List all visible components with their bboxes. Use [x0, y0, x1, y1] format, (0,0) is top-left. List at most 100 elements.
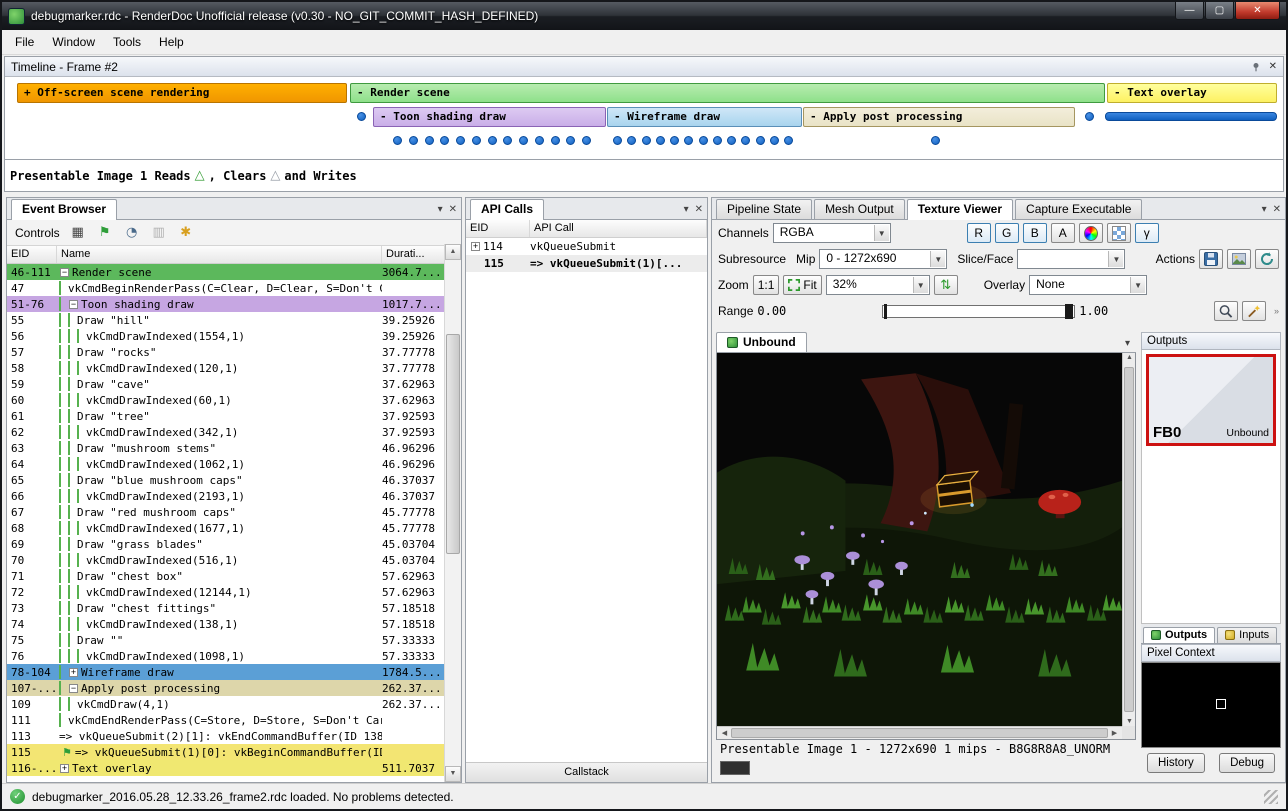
col-api-call[interactable]: API Call	[530, 220, 707, 237]
draw-event-dot[interactable]	[656, 136, 665, 145]
open-texture-list-button[interactable]	[1227, 249, 1251, 269]
api-call-row[interactable]: 115=> vkQueueSubmit(1)[...	[466, 255, 707, 272]
gamma-button[interactable]: γ	[1135, 223, 1159, 243]
tab-event-browser[interactable]: Event Browser	[11, 199, 117, 220]
channel-a-button[interactable]: A	[1051, 223, 1075, 243]
event-row[interactable]: 46-111−Render scene3064.7...	[7, 264, 444, 280]
event-row[interactable]: 73Draw "chest fittings"57.18518	[7, 600, 444, 616]
draw-event-dot[interactable]	[642, 136, 651, 145]
scroll-up-icon[interactable]: ▲	[445, 244, 461, 260]
tab-inputs[interactable]: Inputs	[1217, 627, 1277, 643]
event-row[interactable]: 71Draw "chest box"57.62963	[7, 568, 444, 584]
draw-event-dot[interactable]	[770, 136, 779, 145]
menu-file[interactable]: File	[6, 32, 43, 52]
event-row[interactable]: 113=> vkQueueSubmit(2)[1]: vkEndCommandB…	[7, 728, 444, 744]
scroll-up-icon[interactable]: ▲	[1123, 354, 1136, 361]
timeline-close-icon[interactable]: ✕	[1269, 61, 1277, 72]
draw-event-dot[interactable]	[551, 136, 560, 145]
tab-texture-viewer[interactable]: Texture Viewer	[907, 199, 1013, 220]
scroll-down-icon[interactable]: ▼	[1123, 718, 1136, 725]
timeline-bar-offscreen[interactable]: + Off-screen scene rendering	[17, 83, 347, 103]
zoom-1to1-button[interactable]: 1:1	[753, 275, 780, 295]
pixel-context-view[interactable]	[1141, 662, 1281, 748]
timeline-toon-draw-dots[interactable]	[393, 135, 591, 146]
event-row[interactable]: 78-104+Wireframe draw1784.5...	[7, 664, 444, 680]
menu-tools[interactable]: Tools	[104, 32, 150, 52]
draw-event-dot[interactable]	[582, 136, 591, 145]
pin-icon[interactable]	[1251, 62, 1261, 72]
event-row[interactable]: 59Draw "cave"37.62963	[7, 376, 444, 392]
event-row[interactable]: 70vkCmdDrawIndexed(516,1)45.03704	[7, 552, 444, 568]
fb0-thumbnail[interactable]: FB0 Unbound	[1146, 354, 1276, 446]
event-row[interactable]: 76vkCmdDrawIndexed(1098,1)57.33333	[7, 648, 444, 664]
zoom-percent-select[interactable]: 32%▼	[826, 275, 930, 295]
tab-pipeline-state[interactable]: Pipeline State	[716, 199, 812, 219]
draw-event-dot[interactable]	[741, 136, 750, 145]
expand-icon[interactable]: +	[69, 668, 78, 677]
timeline-draw-dot[interactable]	[357, 111, 366, 122]
scroll-down-icon[interactable]: ▼	[445, 766, 461, 782]
range-slider[interactable]	[882, 305, 1075, 318]
event-row[interactable]: 116-...+Text overlay511.7037	[7, 760, 444, 776]
collapse-icon[interactable]: −	[69, 300, 78, 309]
draw-event-dot[interactable]	[613, 136, 622, 145]
menu-help[interactable]: Help	[150, 32, 193, 52]
channel-r-button[interactable]: R	[967, 223, 991, 243]
col-eid[interactable]: EID	[466, 220, 530, 237]
channel-g-button[interactable]: G	[995, 223, 1019, 243]
flip-y-button[interactable]: ⇅	[934, 275, 958, 295]
scroll-thumb[interactable]	[446, 334, 460, 554]
viewport-vscrollbar[interactable]: ▲ ▼	[1122, 353, 1135, 726]
hdr-mul-button[interactable]	[1079, 223, 1103, 243]
draw-event-dot[interactable]	[699, 136, 708, 145]
draw-event-dot[interactable]	[931, 136, 940, 145]
collapse-icon[interactable]: −	[69, 684, 78, 693]
controls-label[interactable]: Controls	[15, 226, 60, 240]
timeline-bar-text-overlay[interactable]: - Text overlay	[1107, 83, 1277, 103]
event-row[interactable]: 111vkCmdEndRenderPass(C=Store, D=Store, …	[7, 712, 444, 728]
event-row[interactable]: 69Draw "grass blades"45.03704	[7, 536, 444, 552]
minimize-button[interactable]: —	[1175, 2, 1204, 20]
event-row[interactable]: 75Draw ""57.33333	[7, 632, 444, 648]
timeline-bar-postproc[interactable]: - Apply post processing	[803, 107, 1075, 127]
resize-grip[interactable]	[1264, 790, 1278, 804]
tab-mesh-output[interactable]: Mesh Output	[814, 199, 905, 219]
draw-event-dot[interactable]	[519, 136, 528, 145]
event-row[interactable]: 67Draw "red mushroom caps"45.77778	[7, 504, 444, 520]
draw-event-dot[interactable]	[684, 136, 693, 145]
event-row[interactable]: 61Draw "tree"37.92593	[7, 408, 444, 424]
callstack-section[interactable]: Callstack	[466, 762, 707, 782]
texture-tab-list-icon[interactable]: ▾	[1119, 338, 1136, 352]
expand-icon[interactable]: +	[471, 242, 480, 251]
draw-event-dot[interactable]	[409, 136, 418, 145]
timeline-draw-dot[interactable]	[1085, 111, 1094, 122]
draw-event-dot[interactable]	[425, 136, 434, 145]
texture-viewport[interactable]: ▲ ▼ ◀ ▶	[716, 353, 1136, 740]
draw-event-dot[interactable]	[784, 136, 793, 145]
time-durations-icon[interactable]: ◔	[123, 225, 141, 240]
event-row[interactable]: 55Draw "hill"39.25926	[7, 312, 444, 328]
toolbar-overflow-icon[interactable]: »	[1274, 306, 1279, 316]
event-row[interactable]: 109vkCmdDraw(4,1)262.37...	[7, 696, 444, 712]
draw-event-dot[interactable]	[627, 136, 636, 145]
maximize-button[interactable]: ▢	[1205, 2, 1234, 20]
draw-event-dot[interactable]	[393, 136, 402, 145]
event-row[interactable]: 72vkCmdDrawIndexed(12144,1)57.62963	[7, 584, 444, 600]
close-button[interactable]: ✕	[1235, 2, 1280, 20]
event-row[interactable]: 64vkCmdDrawIndexed(1062,1)46.96296	[7, 456, 444, 472]
event-row[interactable]: 62vkCmdDrawIndexed(342,1)37.92593	[7, 424, 444, 440]
draw-event-dot[interactable]	[503, 136, 512, 145]
panel-close-icon[interactable]: ✕	[1273, 204, 1281, 215]
event-row[interactable]: 107-...−Apply post processing262.37...	[7, 680, 444, 696]
draw-event-dot[interactable]	[670, 136, 679, 145]
col-name[interactable]: Name	[57, 246, 382, 263]
api-call-row[interactable]: +114vkQueueSubmit	[466, 238, 707, 255]
panel-menu-icon[interactable]: ▾	[684, 204, 689, 215]
draw-event-dot[interactable]	[727, 136, 736, 145]
stats-icon[interactable]: ▥	[150, 225, 168, 240]
draw-event-dot[interactable]	[1085, 112, 1094, 121]
timeline-wireframe-draw-dots[interactable]	[613, 135, 793, 146]
bookmark-star-icon[interactable]: ✱	[177, 225, 195, 240]
timeline-bar-wireframe[interactable]: - Wireframe draw	[607, 107, 802, 127]
event-row[interactable]: 66vkCmdDrawIndexed(2193,1)46.37037	[7, 488, 444, 504]
